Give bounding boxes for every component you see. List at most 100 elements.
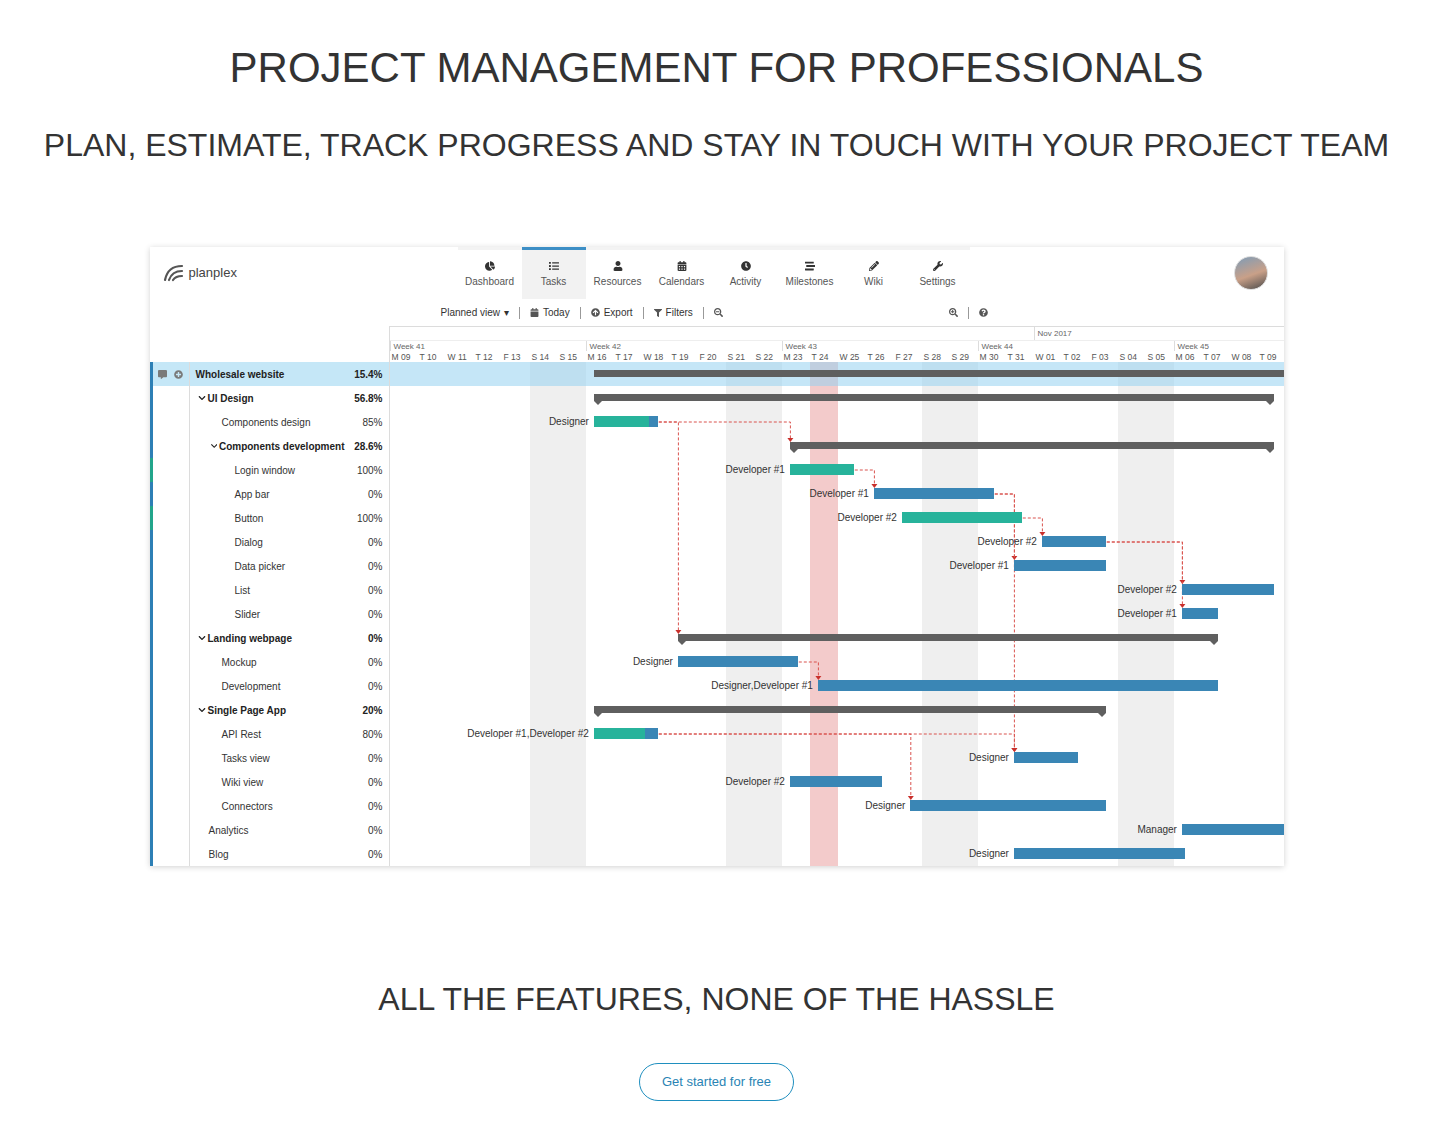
task-bar[interactable] bbox=[790, 776, 882, 787]
help-icon[interactable] bbox=[979, 308, 988, 317]
day-column bbox=[1090, 362, 1118, 866]
task-name-text: Slider bbox=[235, 608, 261, 621]
summary-bar[interactable] bbox=[594, 394, 1274, 401]
row-actions bbox=[153, 434, 190, 458]
timeline-row: Developer #1 bbox=[390, 482, 1284, 506]
nav-item[interactable]: Resources bbox=[586, 247, 650, 299]
task-row[interactable]: API Rest80% bbox=[150, 722, 389, 746]
task-percent: 0% bbox=[345, 746, 389, 770]
dependency-link bbox=[1106, 542, 1185, 584]
day-column bbox=[670, 362, 698, 866]
task-row[interactable]: Wiki view0% bbox=[150, 770, 389, 794]
task-bar-progress bbox=[594, 728, 646, 739]
today-button[interactable]: Today bbox=[530, 305, 570, 320]
zoom-in-icon[interactable] bbox=[949, 308, 958, 317]
toolbar: Planned view▾ Today Export Filters bbox=[150, 299, 1284, 326]
chevron-down-icon[interactable] bbox=[198, 706, 206, 714]
summary-bar[interactable] bbox=[790, 442, 1274, 449]
task-name-text: Analytics bbox=[209, 824, 249, 837]
avatar[interactable] bbox=[1234, 256, 1268, 290]
task-bar[interactable] bbox=[790, 464, 854, 475]
task-row[interactable]: Landing webpage0% bbox=[150, 626, 389, 650]
summary-bar[interactable] bbox=[594, 370, 1284, 377]
row-actions bbox=[153, 794, 190, 818]
nav-label: Dashboard bbox=[465, 276, 514, 288]
task-row[interactable]: UI Design56.8% bbox=[150, 386, 389, 410]
task-bar[interactable] bbox=[1182, 824, 1284, 835]
zoom-out-icon[interactable] bbox=[714, 308, 723, 317]
day-column bbox=[782, 362, 810, 866]
nav-item[interactable]: Milestones bbox=[778, 247, 842, 299]
timeline-row: Designer,Developer #1 bbox=[390, 674, 1284, 698]
task-row[interactable]: Mockup0% bbox=[150, 650, 389, 674]
nav-item[interactable]: Settings bbox=[906, 247, 970, 299]
task-bar-progress bbox=[790, 464, 854, 475]
task-row[interactable]: Development0% bbox=[150, 674, 389, 698]
task-row[interactable]: Components development28.6% bbox=[150, 434, 389, 458]
task-name: Slider bbox=[190, 602, 345, 626]
task-row[interactable]: Components design85% bbox=[150, 410, 389, 434]
day-column bbox=[530, 362, 558, 866]
task-bar[interactable] bbox=[1014, 752, 1078, 763]
task-bar[interactable] bbox=[874, 488, 994, 499]
task-bar[interactable] bbox=[910, 800, 1106, 811]
day-column bbox=[474, 362, 502, 866]
comment-icon[interactable] bbox=[158, 370, 167, 379]
row-actions bbox=[153, 410, 190, 434]
day-column bbox=[1034, 362, 1062, 866]
add-icon[interactable] bbox=[174, 370, 183, 379]
task-row[interactable]: Wholesale website15.4% bbox=[150, 362, 389, 386]
export-button[interactable]: Export bbox=[591, 305, 633, 320]
task-row[interactable]: List0% bbox=[150, 578, 389, 602]
task-bar[interactable] bbox=[1182, 584, 1274, 595]
task-row[interactable]: Dialog0% bbox=[150, 530, 389, 554]
view-select[interactable]: Planned view▾ bbox=[441, 305, 509, 320]
task-row[interactable]: Blog0% bbox=[150, 842, 389, 866]
bar-label: Designer bbox=[865, 799, 905, 812]
chevron-down-icon[interactable] bbox=[198, 634, 206, 642]
task-row[interactable]: Analytics0% bbox=[150, 818, 389, 842]
nav-item[interactable]: Activity bbox=[714, 247, 778, 299]
nav-item[interactable]: Calendars bbox=[650, 247, 714, 299]
task-row[interactable]: App bar0% bbox=[150, 482, 389, 506]
summary-bar[interactable] bbox=[594, 706, 1106, 713]
bar-label: Developer #1 bbox=[725, 463, 784, 476]
task-name: Analytics bbox=[190, 818, 345, 842]
task-bar[interactable] bbox=[1042, 536, 1106, 547]
task-percent: 28.6% bbox=[345, 434, 389, 458]
filters-button[interactable]: Filters bbox=[654, 305, 693, 320]
logo[interactable]: planplex bbox=[150, 247, 458, 299]
task-bar[interactable] bbox=[818, 680, 1218, 691]
task-name: Login window bbox=[190, 458, 345, 482]
task-bar[interactable] bbox=[1014, 560, 1106, 571]
chevron-down-icon[interactable] bbox=[198, 394, 206, 402]
nav-item[interactable]: Dashboard bbox=[458, 247, 522, 299]
get-started-button[interactable]: Get started for free bbox=[639, 1063, 794, 1101]
task-bar[interactable] bbox=[594, 416, 658, 427]
task-row[interactable]: Single Page App20% bbox=[150, 698, 389, 722]
summary-bar[interactable] bbox=[678, 634, 1218, 641]
task-bar[interactable] bbox=[1182, 608, 1218, 619]
task-bar[interactable] bbox=[594, 728, 658, 739]
task-row[interactable]: Slider0% bbox=[150, 602, 389, 626]
row-actions bbox=[153, 674, 190, 698]
task-row[interactable]: Connectors0% bbox=[150, 794, 389, 818]
timeline-row bbox=[390, 434, 1284, 458]
day-column bbox=[838, 362, 866, 866]
row-actions bbox=[153, 386, 190, 410]
timeline-row: Developer #1,Developer #2 bbox=[390, 722, 1284, 746]
task-bar[interactable] bbox=[1014, 848, 1185, 859]
task-row[interactable]: Tasks view0% bbox=[150, 746, 389, 770]
task-percent: 0% bbox=[345, 626, 389, 650]
task-row[interactable]: Button100% bbox=[150, 506, 389, 530]
task-row[interactable]: Data picker0% bbox=[150, 554, 389, 578]
chevron-down-icon[interactable] bbox=[211, 442, 217, 450]
row-actions bbox=[153, 722, 190, 746]
task-bar[interactable] bbox=[678, 656, 798, 667]
task-row[interactable]: Login window100% bbox=[150, 458, 389, 482]
nav-item[interactable]: Tasks bbox=[522, 247, 586, 299]
dependency-link bbox=[854, 470, 877, 488]
task-bar[interactable] bbox=[902, 512, 1022, 523]
bar-label: Developer #1 bbox=[949, 559, 1008, 572]
nav-item[interactable]: Wiki bbox=[842, 247, 906, 299]
